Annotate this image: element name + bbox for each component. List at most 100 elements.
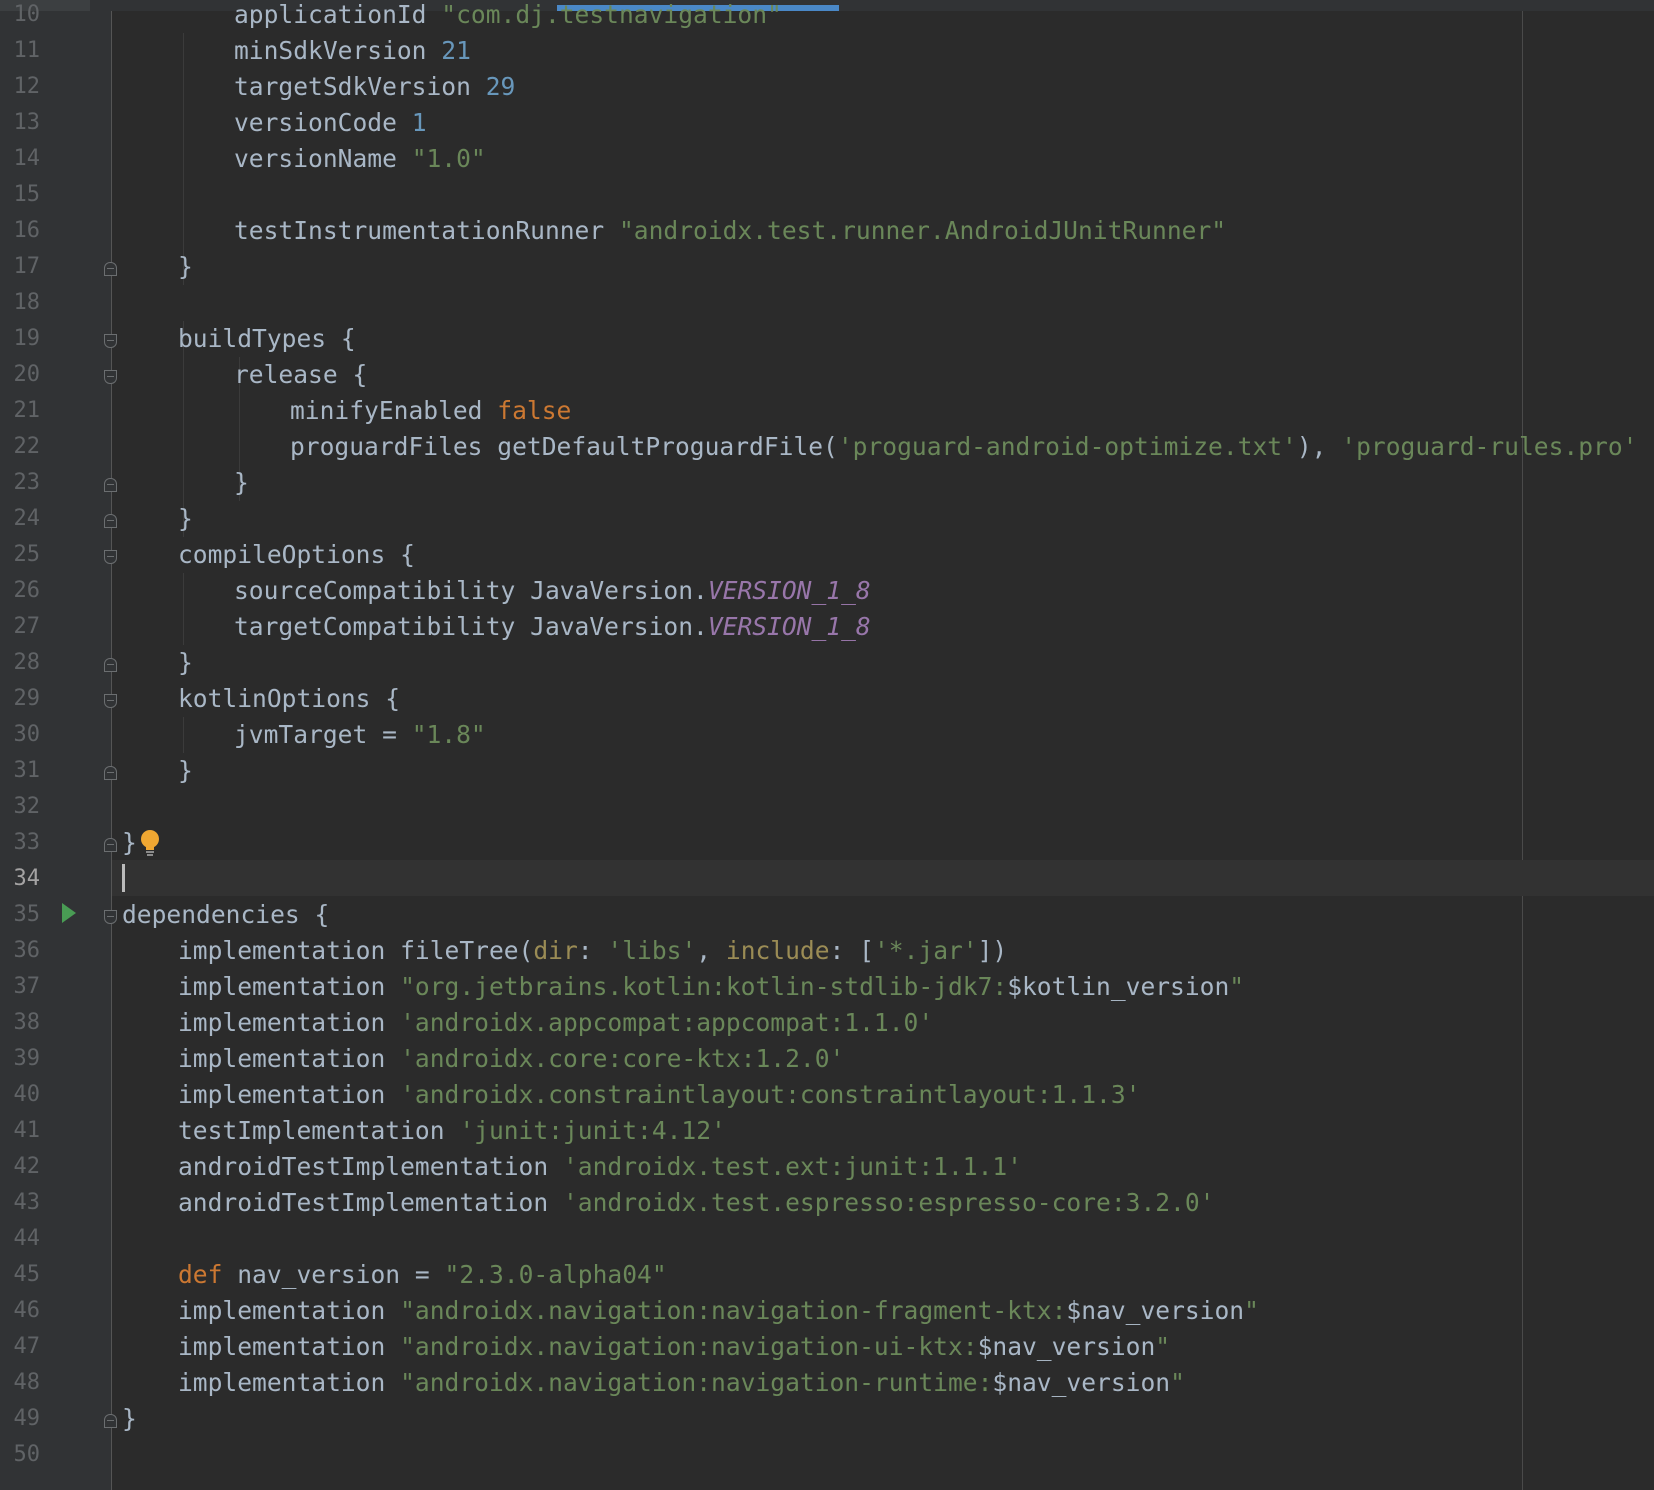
line-number[interactable]: 30	[0, 721, 41, 749]
code-line[interactable]: 17}	[0, 249, 1654, 285]
code-token: }	[178, 756, 193, 785]
run-gutter-icon[interactable]	[62, 903, 76, 923]
code-line[interactable]: 46 implementation "androidx.navigation:na…	[0, 1293, 1654, 1329]
line-number[interactable]: 20	[0, 361, 41, 389]
code-line[interactable]: 21 minifyEnabled false	[0, 393, 1654, 429]
code-line[interactable]: 32	[0, 789, 1654, 825]
code-line[interactable]: 13 versionCode 1	[0, 105, 1654, 141]
line-number[interactable]: 46	[0, 1297, 41, 1325]
line-number[interactable]: 15	[0, 181, 41, 209]
line-number[interactable]: 10	[0, 1, 41, 29]
fold-collapse-icon[interactable]	[104, 910, 117, 924]
line-number[interactable]: 16	[0, 217, 41, 245]
code-editor[interactable]: 10 applicationId "com.dj.testnavigation" 1…	[0, 0, 1654, 1490]
code-line[interactable]: 33}	[0, 825, 1654, 861]
line-number[interactable]: 27	[0, 613, 41, 641]
line-number[interactable]: 47	[0, 1333, 41, 1361]
code-line[interactable]: 12 targetSdkVersion 29	[0, 69, 1654, 105]
line-number[interactable]: 49	[0, 1405, 41, 1433]
fold-end-icon[interactable]	[104, 1414, 117, 1428]
code-line[interactable]: 23}	[0, 465, 1654, 501]
line-number[interactable]: 29	[0, 685, 41, 713]
code-line[interactable]: 34	[0, 861, 1654, 897]
code-line[interactable]: 29 kotlinOptions {	[0, 681, 1654, 717]
line-number[interactable]: 14	[0, 145, 41, 173]
line-number[interactable]: 40	[0, 1081, 41, 1109]
code-line[interactable]: 18	[0, 285, 1654, 321]
code-line[interactable]: 19 buildTypes {	[0, 321, 1654, 357]
line-number[interactable]: 24	[0, 505, 41, 533]
fold-end-icon[interactable]	[104, 514, 117, 528]
line-number[interactable]: 38	[0, 1009, 41, 1037]
line-number[interactable]: 41	[0, 1117, 41, 1145]
code-line[interactable]: 37 implementation "org.jetbrains.kotlin:k…	[0, 969, 1654, 1005]
line-number[interactable]: 21	[0, 397, 41, 425]
code-line[interactable]: 42 androidTestImplementation 'androidx.te…	[0, 1149, 1654, 1185]
line-number[interactable]: 17	[0, 253, 41, 281]
line-number[interactable]: 39	[0, 1045, 41, 1073]
code-line[interactable]: 15	[0, 177, 1654, 213]
line-number[interactable]: 34	[0, 865, 41, 893]
line-number[interactable]: 36	[0, 937, 41, 965]
code-line[interactable]: 11 minSdkVersion 21	[0, 33, 1654, 69]
fold-end-icon[interactable]	[104, 838, 117, 852]
line-number[interactable]: 19	[0, 325, 41, 353]
fold-collapse-icon[interactable]	[104, 370, 117, 384]
code-line[interactable]: 38 implementation 'androidx.appcompat:app…	[0, 1005, 1654, 1041]
intention-bulb-icon[interactable]	[139, 829, 161, 857]
line-number[interactable]: 11	[0, 37, 41, 65]
code-line[interactable]: 10 applicationId "com.dj.testnavigation"	[0, 0, 1654, 33]
line-number[interactable]: 48	[0, 1369, 41, 1397]
code-line[interactable]: 35 dependencies {	[0, 897, 1654, 933]
fold-end-icon[interactable]	[104, 478, 117, 492]
line-number[interactable]: 28	[0, 649, 41, 677]
line-number[interactable]: 43	[0, 1189, 41, 1217]
code-line[interactable]: 41 testImplementation 'junit:junit:4.12'	[0, 1113, 1654, 1149]
line-number[interactable]: 18	[0, 289, 41, 317]
line-number[interactable]: 12	[0, 73, 41, 101]
code-token: release {	[234, 360, 368, 389]
code-line[interactable]: 28}	[0, 645, 1654, 681]
fold-collapse-icon[interactable]	[104, 694, 117, 708]
line-number[interactable]: 22	[0, 433, 41, 461]
code-line[interactable]: 50	[0, 1437, 1654, 1473]
code-line[interactable]: 20 release {	[0, 357, 1654, 393]
line-number[interactable]: 50	[0, 1441, 41, 1469]
code-line[interactable]: 31}	[0, 753, 1654, 789]
code-line[interactable]: 39 implementation 'androidx.core:core-ktx…	[0, 1041, 1654, 1077]
code-line[interactable]: 14 versionName "1.0"	[0, 141, 1654, 177]
code-line[interactable]: 26 sourceCompatibility JavaVersion.VERSIO…	[0, 573, 1654, 609]
line-number[interactable]: 44	[0, 1225, 41, 1253]
code-line[interactable]: 43 androidTestImplementation 'androidx.te…	[0, 1185, 1654, 1221]
line-number[interactable]: 26	[0, 577, 41, 605]
line-number[interactable]: 25	[0, 541, 41, 569]
code-line[interactable]: 44	[0, 1221, 1654, 1257]
line-number[interactable]: 31	[0, 757, 41, 785]
code-line[interactable]: 24}	[0, 501, 1654, 537]
code-line[interactable]: 48 implementation "androidx.navigation:na…	[0, 1365, 1654, 1401]
line-number[interactable]: 35	[0, 901, 41, 929]
fold-end-icon[interactable]	[104, 658, 117, 672]
line-number[interactable]: 32	[0, 793, 41, 821]
code-text: implementation "androidx.navigation:navi…	[178, 1293, 1259, 1329]
fold-collapse-icon[interactable]	[104, 550, 117, 564]
fold-end-icon[interactable]	[104, 262, 117, 276]
fold-collapse-icon[interactable]	[104, 334, 117, 348]
code-line[interactable]: 27 targetCompatibility JavaVersion.VERSIO…	[0, 609, 1654, 645]
line-number[interactable]: 37	[0, 973, 41, 1001]
code-line[interactable]: 25 compileOptions {	[0, 537, 1654, 573]
code-line[interactable]: 16 testInstrumentationRunner "androidx.te…	[0, 213, 1654, 249]
code-line[interactable]: 45 def nav_version = "2.3.0-alpha04"	[0, 1257, 1654, 1293]
code-line[interactable]: 47 implementation "androidx.navigation:na…	[0, 1329, 1654, 1365]
code-line[interactable]: 49}	[0, 1401, 1654, 1437]
code-line[interactable]: 22 proguardFiles getDefaultProguardFile('…	[0, 429, 1654, 465]
line-number[interactable]: 45	[0, 1261, 41, 1289]
line-number[interactable]: 13	[0, 109, 41, 137]
fold-end-icon[interactable]	[104, 766, 117, 780]
code-line[interactable]: 30 jvmTarget = "1.8"	[0, 717, 1654, 753]
code-line[interactable]: 40 implementation 'androidx.constraintlay…	[0, 1077, 1654, 1113]
line-number[interactable]: 33	[0, 829, 41, 857]
line-number[interactable]: 23	[0, 469, 41, 497]
code-line[interactable]: 36 implementation fileTree(dir: 'libs', i…	[0, 933, 1654, 969]
line-number[interactable]: 42	[0, 1153, 41, 1181]
